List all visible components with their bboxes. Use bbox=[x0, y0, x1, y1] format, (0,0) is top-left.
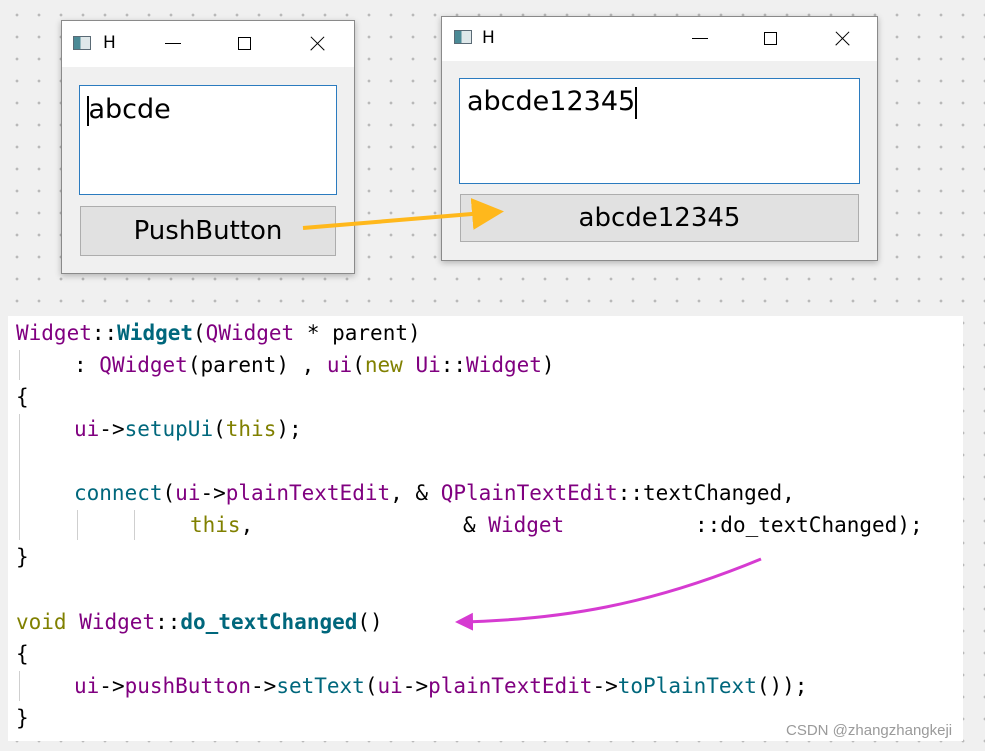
magenta-arrow bbox=[455, 557, 762, 631]
orange-arrow bbox=[302, 198, 504, 230]
annotation-arrows bbox=[302, 198, 762, 631]
watermark: CSDN @zhangzhangkeji bbox=[786, 722, 953, 739]
